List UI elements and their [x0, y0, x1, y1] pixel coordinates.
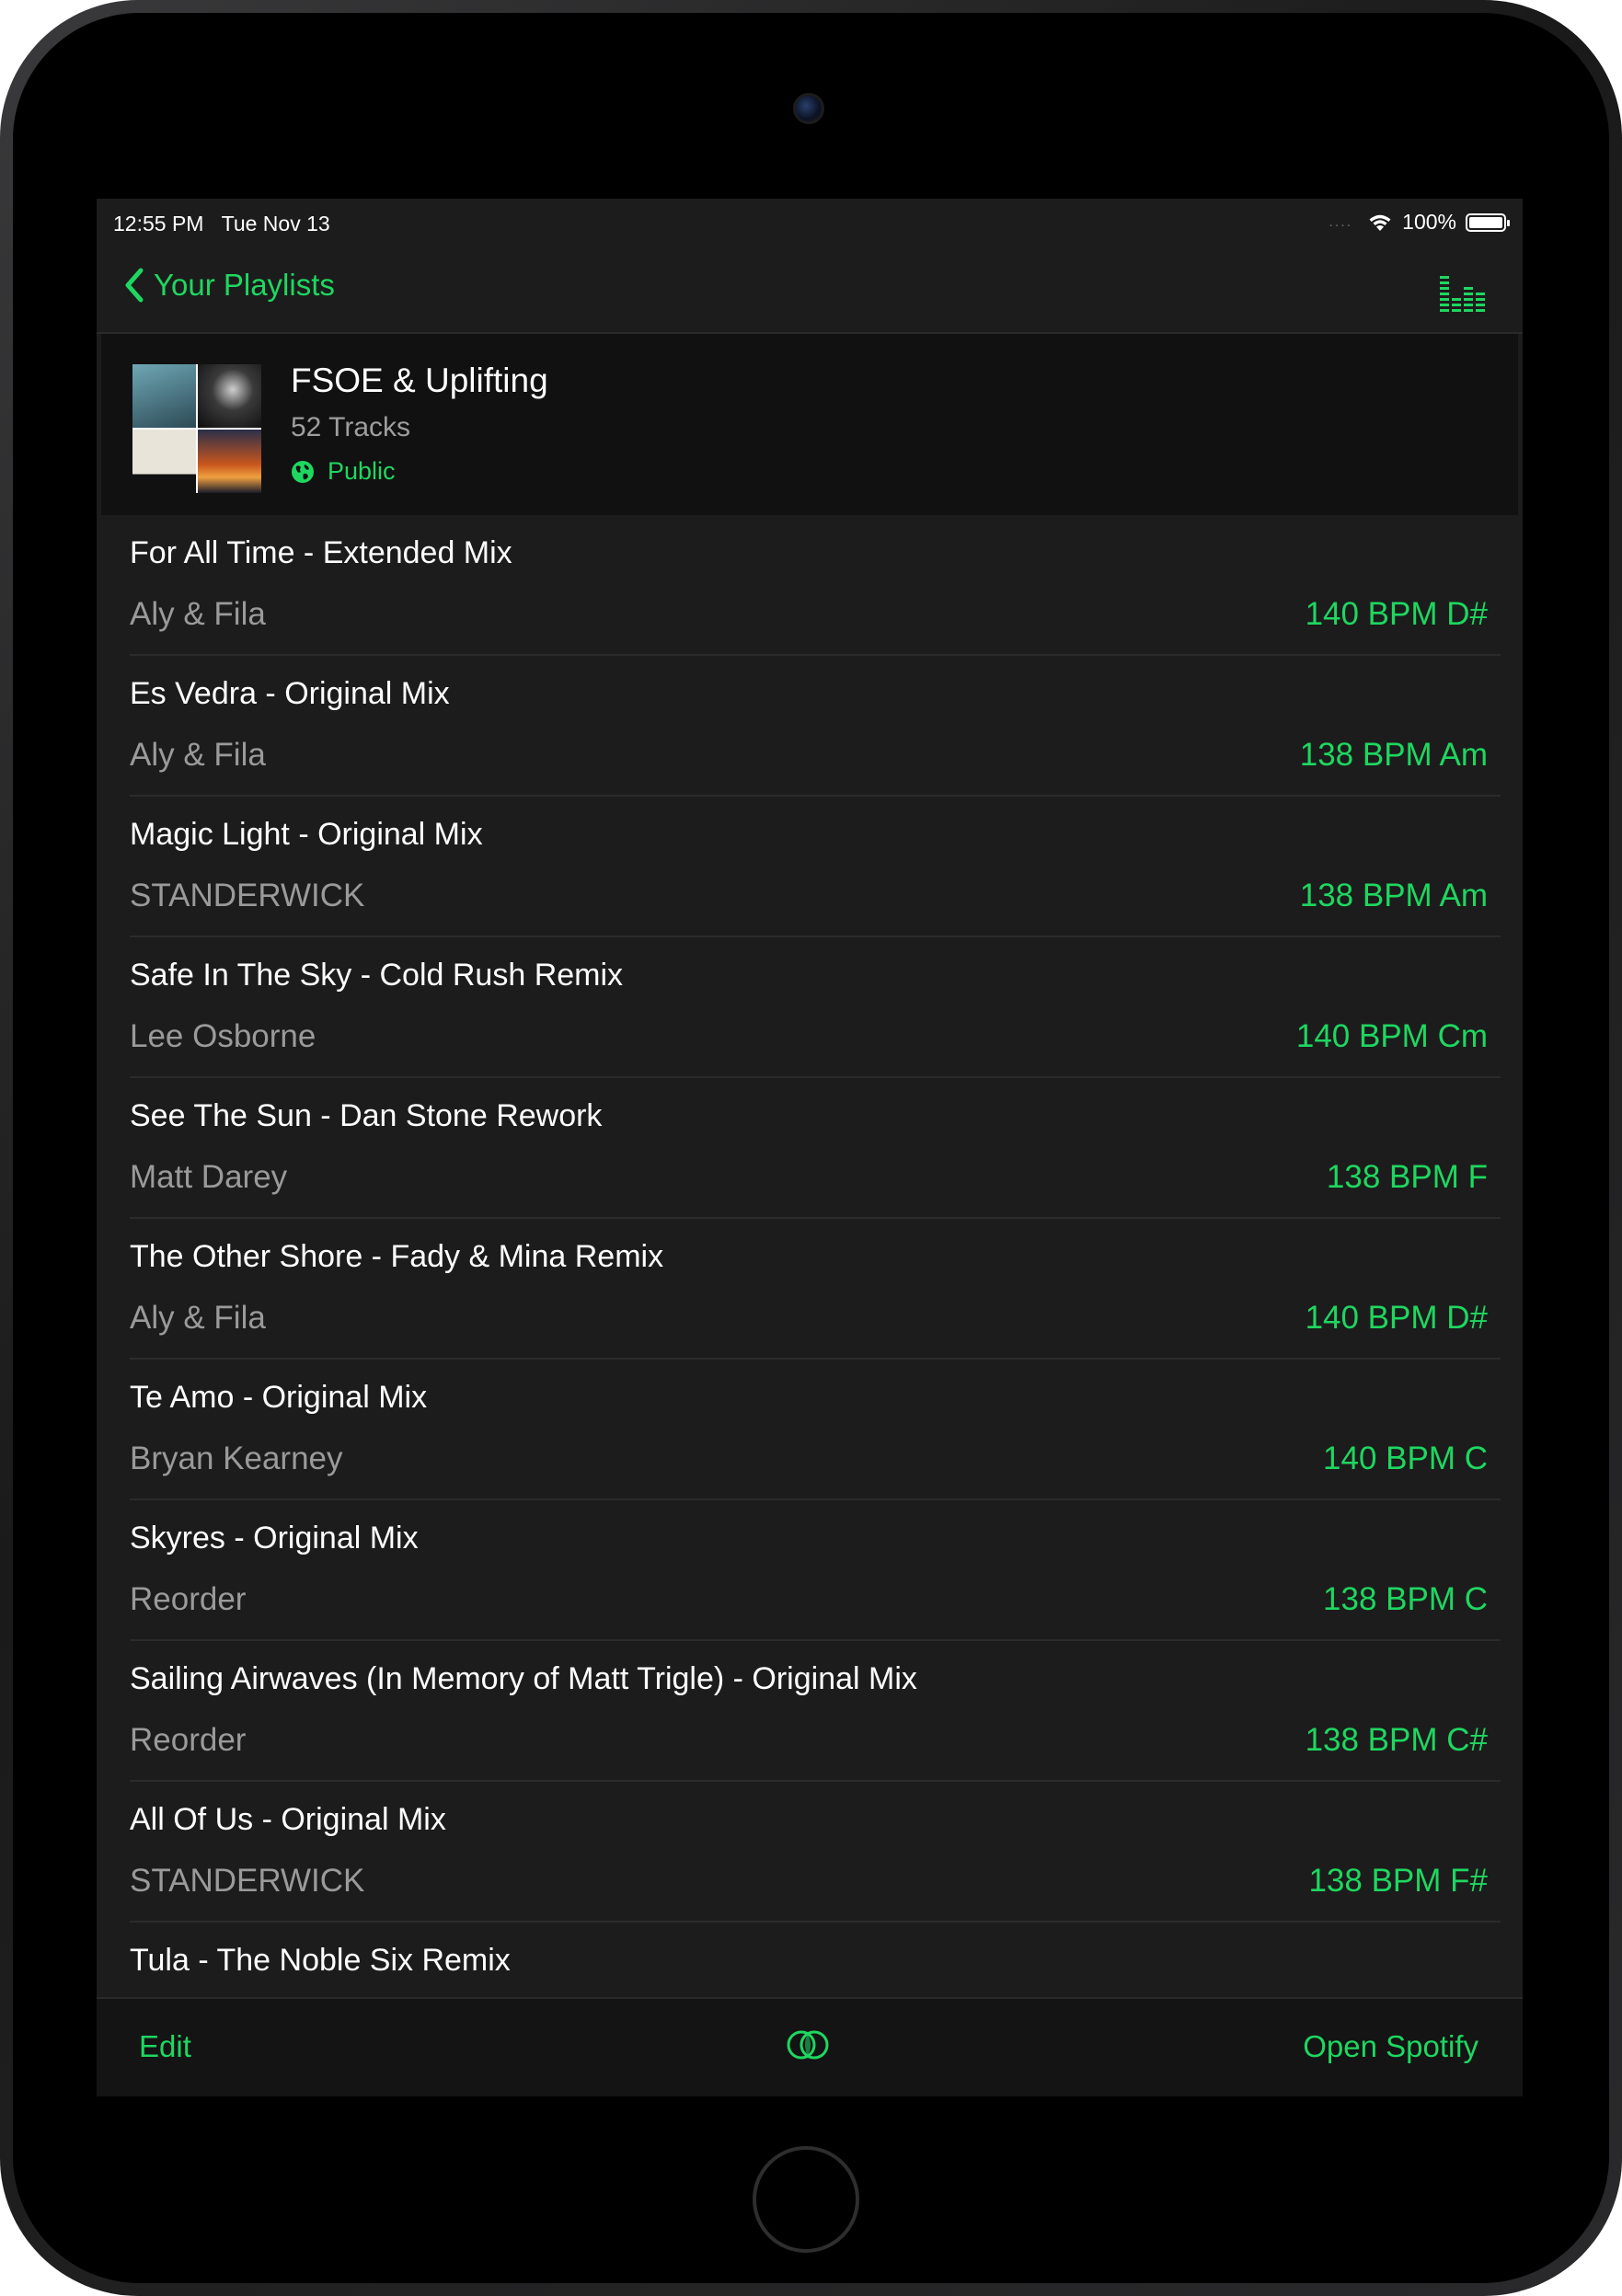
- track-list: For All Time - Extended Mix Aly & Fila 1…: [97, 515, 1523, 2063]
- cover-tile: [132, 430, 196, 493]
- track-artist: Aly & Fila: [130, 1300, 266, 1336]
- track-row[interactable]: See The Sun - Dan Stone Rework Matt Dare…: [130, 1078, 1501, 1219]
- edit-button[interactable]: Edit: [139, 2029, 191, 2064]
- overlap-circles-icon[interactable]: [785, 2026, 831, 2063]
- globe-icon: [292, 460, 314, 483]
- chevron-left-icon: [125, 268, 144, 303]
- track-artist: Matt Darey: [130, 1159, 288, 1195]
- visibility-label: Public: [328, 457, 396, 485]
- playlist-header: FSOE & Uplifting 52 Tracks Public: [101, 334, 1518, 515]
- track-bpm-key: 138 BPM C: [1323, 1581, 1488, 1617]
- status-clock: 12:55 PM: [113, 212, 204, 235]
- track-title: Tula - The Noble Six Remix: [130, 1943, 511, 1978]
- track-title: Safe In The Sky - Cold Rush Remix: [130, 958, 624, 993]
- track-title: See The Sun - Dan Stone Rework: [130, 1098, 603, 1133]
- cover-tile: [132, 364, 196, 428]
- track-title: Es Vedra - Original Mix: [130, 676, 450, 711]
- track-artist: Aly & Fila: [130, 596, 266, 632]
- track-bpm-key: 140 BPM Cm: [1295, 1018, 1488, 1054]
- track-bpm-key: 138 BPM C#: [1305, 1722, 1488, 1758]
- app-screen: 12:55 PM Tue Nov 13 .... 100% Your Playl…: [97, 199, 1523, 2096]
- track-row[interactable]: Te Amo - Original Mix Bryan Kearney 140 …: [130, 1360, 1501, 1500]
- track-artist: STANDERWICK: [130, 878, 365, 913]
- back-button[interactable]: Your Playlists: [124, 268, 335, 303]
- battery-icon: [1466, 212, 1510, 232]
- track-artist: Lee Osborne: [130, 1018, 316, 1054]
- playlist-track-count: 52 Tracks: [291, 412, 411, 442]
- playlist-visibility: Public: [291, 457, 396, 486]
- track-bpm-key: 138 BPM F#: [1308, 1863, 1488, 1899]
- track-title: For All Time - Extended Mix: [130, 535, 512, 570]
- cover-tile: [198, 364, 261, 428]
- track-artist: Bryan Kearney: [130, 1441, 343, 1476]
- track-bpm-key: 140 BPM C: [1323, 1441, 1488, 1476]
- track-title: Magic Light - Original Mix: [130, 817, 483, 852]
- track-artist: Reorder: [130, 1722, 247, 1758]
- track-row[interactable]: Sailing Airwaves (In Memory of Matt Trig…: [130, 1641, 1501, 1782]
- status-time: 12:55 PM Tue Nov 13: [113, 212, 330, 236]
- track-bpm-key: 140 BPM D#: [1305, 596, 1488, 632]
- track-artist: Aly & Fila: [130, 737, 266, 773]
- track-row[interactable]: All Of Us - Original Mix STANDERWICK 138…: [130, 1782, 1501, 1923]
- track-artist: Reorder: [130, 1581, 247, 1617]
- track-row[interactable]: Es Vedra - Original Mix Aly & Fila 138 B…: [130, 656, 1501, 797]
- playlist-title: FSOE & Uplifting: [291, 362, 548, 399]
- signal-icon: ....: [1329, 213, 1353, 230]
- track-bpm-key: 138 BPM F: [1326, 1159, 1488, 1195]
- home-button[interactable]: [753, 2146, 859, 2253]
- back-label: Your Playlists: [154, 268, 335, 302]
- status-indicators: .... 100%: [1329, 210, 1510, 235]
- track-artist: STANDERWICK: [130, 1863, 365, 1899]
- track-row[interactable]: Magic Light - Original Mix STANDERWICK 1…: [130, 797, 1501, 937]
- status-bar: 12:55 PM Tue Nov 13 .... 100%: [97, 199, 1523, 249]
- bottom-toolbar: Edit Open Spotify: [97, 1997, 1523, 2096]
- ipad-device: 12:55 PM Tue Nov 13 .... 100% Your Playl…: [0, 0, 1622, 2296]
- track-bpm-key: 138 BPM Am: [1299, 878, 1488, 913]
- playlist-cover: [132, 364, 261, 493]
- battery-percent: 100%: [1402, 210, 1456, 234]
- cover-tile: [198, 430, 261, 493]
- camera-icon: [793, 93, 824, 124]
- track-bpm-key: 138 BPM Am: [1299, 737, 1488, 773]
- track-row[interactable]: Safe In The Sky - Cold Rush Remix Lee Os…: [130, 937, 1501, 1078]
- equalizer-icon[interactable]: [1438, 274, 1486, 313]
- status-date: Tue Nov 13: [221, 212, 330, 235]
- track-title: Skyres - Original Mix: [130, 1521, 419, 1556]
- track-row[interactable]: For All Time - Extended Mix Aly & Fila 1…: [130, 515, 1501, 656]
- track-bpm-key: 140 BPM D#: [1305, 1300, 1488, 1336]
- navigation-bar: Your Playlists: [97, 249, 1523, 334]
- wifi-icon: [1369, 214, 1391, 231]
- track-title: Sailing Airwaves (In Memory of Matt Trig…: [130, 1661, 917, 1696]
- track-title: The Other Shore - Fady & Mina Remix: [130, 1239, 664, 1274]
- track-row[interactable]: The Other Shore - Fady & Mina Remix Aly …: [130, 1219, 1501, 1360]
- open-spotify-button[interactable]: Open Spotify: [1303, 2029, 1478, 2064]
- track-title: Te Amo - Original Mix: [130, 1380, 428, 1415]
- track-title: All Of Us - Original Mix: [130, 1802, 446, 1837]
- track-row[interactable]: Skyres - Original Mix Reorder 138 BPM C: [130, 1500, 1501, 1641]
